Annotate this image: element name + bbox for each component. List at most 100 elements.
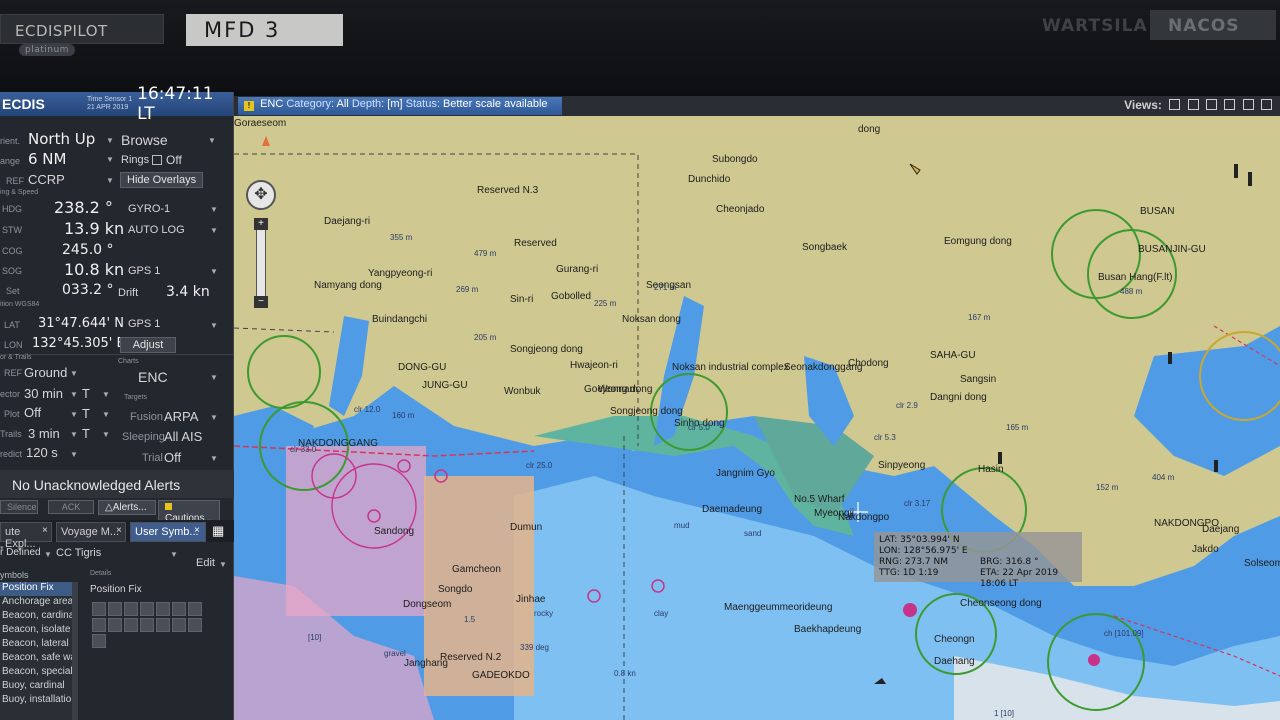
chevron-down-icon[interactable]: ▼: [70, 410, 78, 419]
vector-mode-select[interactable]: T: [82, 386, 90, 401]
vector-ref-select[interactable]: Ground: [24, 365, 67, 380]
chevron-down-icon[interactable]: ▼: [102, 410, 110, 419]
silence-button[interactable]: Silence: [0, 500, 38, 514]
ref-select[interactable]: CCRP: [28, 172, 65, 187]
chevron-down-icon[interactable]: ▼: [210, 267, 218, 276]
chevron-down-icon[interactable]: ▼: [210, 454, 218, 463]
list-item[interactable]: Beacon, special: [0, 666, 76, 680]
ais-target-icon[interactable]: [1088, 654, 1100, 666]
view-split-horizontal-icon[interactable]: [1187, 99, 1199, 110]
chevron-down-icon[interactable]: ▼: [70, 430, 78, 439]
list-item[interactable]: Position Fix: [0, 582, 76, 596]
grid-menu-icon[interactable]: ▦: [212, 523, 224, 539]
sleeping-select[interactable]: All AIS: [164, 429, 202, 444]
charts-select[interactable]: ENC: [138, 369, 168, 385]
vector-time-select[interactable]: 30 min: [24, 386, 63, 401]
zoom-in-icon[interactable]: +: [254, 218, 268, 230]
symbol-cell[interactable]: [108, 602, 122, 616]
hide-overlays-button[interactable]: Hide Overlays: [120, 172, 204, 188]
time-sensor[interactable]: Time Sensor 1 21 APR 2019: [87, 96, 137, 112]
list-item[interactable]: Beacon, safe wa: [0, 652, 76, 666]
trial-select[interactable]: Off: [164, 450, 181, 465]
plot-select[interactable]: Off: [24, 405, 41, 420]
chevron-down-icon[interactable]: ▼: [210, 226, 218, 235]
trails-select[interactable]: 3 min: [28, 426, 60, 441]
chevron-down-icon[interactable]: ▼: [106, 136, 114, 145]
symbol-cell[interactable]: [156, 618, 170, 632]
view-maximize-icon[interactable]: [1261, 99, 1272, 110]
zoom-out-icon[interactable]: −: [254, 296, 268, 308]
close-icon[interactable]: ×: [194, 525, 200, 536]
list-item[interactable]: Buoy, installatio: [0, 694, 76, 708]
place-name: Wonnam: [598, 384, 638, 395]
chart-display[interactable]: ! ENC Category: All Depth: [m] Status: B…: [234, 96, 1280, 720]
position-source-select[interactable]: GPS 1: [128, 318, 160, 330]
symbol-cell[interactable]: [140, 618, 154, 632]
symbol-filter-select[interactable]: r Defined: [0, 547, 41, 558]
symbol-list-scrollbar[interactable]: [72, 582, 78, 720]
chevron-down-icon[interactable]: ▼: [70, 369, 78, 378]
symbol-cell[interactable]: [172, 602, 186, 616]
symbol-cell[interactable]: [124, 618, 138, 632]
stw-source-select[interactable]: AUTO LOG: [128, 224, 185, 236]
list-item[interactable]: Beacon, isolate: [0, 624, 76, 638]
symbol-cell[interactable]: [156, 602, 170, 616]
symbol-cell[interactable]: [124, 602, 138, 616]
chevron-down-icon[interactable]: ▼: [219, 560, 227, 569]
readout-lon-label: LON:: [879, 546, 901, 556]
symbol-cell[interactable]: [188, 618, 202, 632]
adjust-button[interactable]: Adjust: [120, 337, 176, 353]
rings-label: Rings: [121, 154, 150, 166]
symbol-cell[interactable]: [188, 602, 202, 616]
chevron-down-icon[interactable]: ▼: [106, 176, 114, 185]
list-item[interactable]: Buoy, cardinal: [0, 680, 76, 694]
symbol-cell[interactable]: [140, 602, 154, 616]
orientation-select[interactable]: North Up: [28, 130, 95, 148]
hdg-source-select[interactable]: GYRO-1: [128, 203, 170, 215]
chevron-down-icon[interactable]: ▼: [210, 373, 218, 382]
chevron-down-icon[interactable]: ▼: [70, 390, 78, 399]
close-icon[interactable]: ×: [42, 525, 48, 536]
chevron-down-icon[interactable]: ▼: [210, 413, 218, 422]
rings-checkbox[interactable]: [152, 155, 162, 165]
chevron-down-icon[interactable]: ▼: [102, 430, 110, 439]
enc-info-banner[interactable]: ! ENC Category: All Depth: [m] Status: B…: [238, 97, 562, 115]
alerts-button[interactable]: △Alerts...: [98, 500, 156, 515]
chevron-down-icon[interactable]: ▼: [106, 155, 114, 164]
ack-button[interactable]: ACK: [48, 500, 94, 514]
list-item[interactable]: Anchorage area: [0, 596, 76, 610]
view-minimize-icon[interactable]: [1242, 99, 1254, 110]
view-split-vertical-icon[interactable]: [1205, 99, 1217, 110]
symbol-cell[interactable]: [92, 634, 106, 648]
trails-mode-select[interactable]: T: [82, 426, 90, 441]
chevron-down-icon[interactable]: ▼: [70, 450, 78, 459]
zoom-slider[interactable]: [256, 220, 266, 304]
close-icon[interactable]: ×: [116, 525, 122, 536]
mode-select[interactable]: Browse: [121, 132, 168, 148]
edit-menu[interactable]: Edit: [196, 557, 215, 569]
chevron-down-icon[interactable]: ▼: [102, 390, 110, 399]
symbol-set-select[interactable]: CC Tigris: [56, 547, 101, 559]
symbol-cell[interactable]: [108, 618, 122, 632]
range-select[interactable]: 6 NM: [28, 150, 66, 168]
ais-target-icon[interactable]: [903, 603, 917, 617]
list-item[interactable]: Beacon, cardina: [0, 610, 76, 624]
chevron-down-icon[interactable]: ▼: [210, 205, 218, 214]
chevron-down-icon[interactable]: ▼: [44, 550, 52, 559]
chevron-down-icon[interactable]: ▼: [208, 136, 216, 145]
fusion-select[interactable]: ARPA: [164, 409, 198, 424]
view-single-icon[interactable]: [1169, 99, 1181, 110]
symbol-cell[interactable]: [92, 618, 106, 632]
place-name: Baekhapdeung: [794, 624, 861, 635]
symbol-cell[interactable]: [92, 602, 106, 616]
chevron-down-icon[interactable]: ▼: [210, 321, 218, 330]
symbol-cell[interactable]: [172, 618, 186, 632]
sog-source-select[interactable]: GPS 1: [128, 265, 160, 277]
list-item[interactable]: Beacon, lateral: [0, 638, 76, 652]
pan-control-icon[interactable]: ✥: [246, 180, 276, 210]
electronic-nautical-chart[interactable]: dong Subongdo Dunchido Cheonjado Songbaek Eom…: [234, 116, 1280, 720]
predict-select[interactable]: 120 s: [26, 445, 58, 460]
view-quad-icon[interactable]: [1224, 99, 1236, 110]
plot-mode-select[interactable]: T: [82, 406, 90, 421]
chevron-down-icon[interactable]: ▼: [170, 550, 178, 559]
